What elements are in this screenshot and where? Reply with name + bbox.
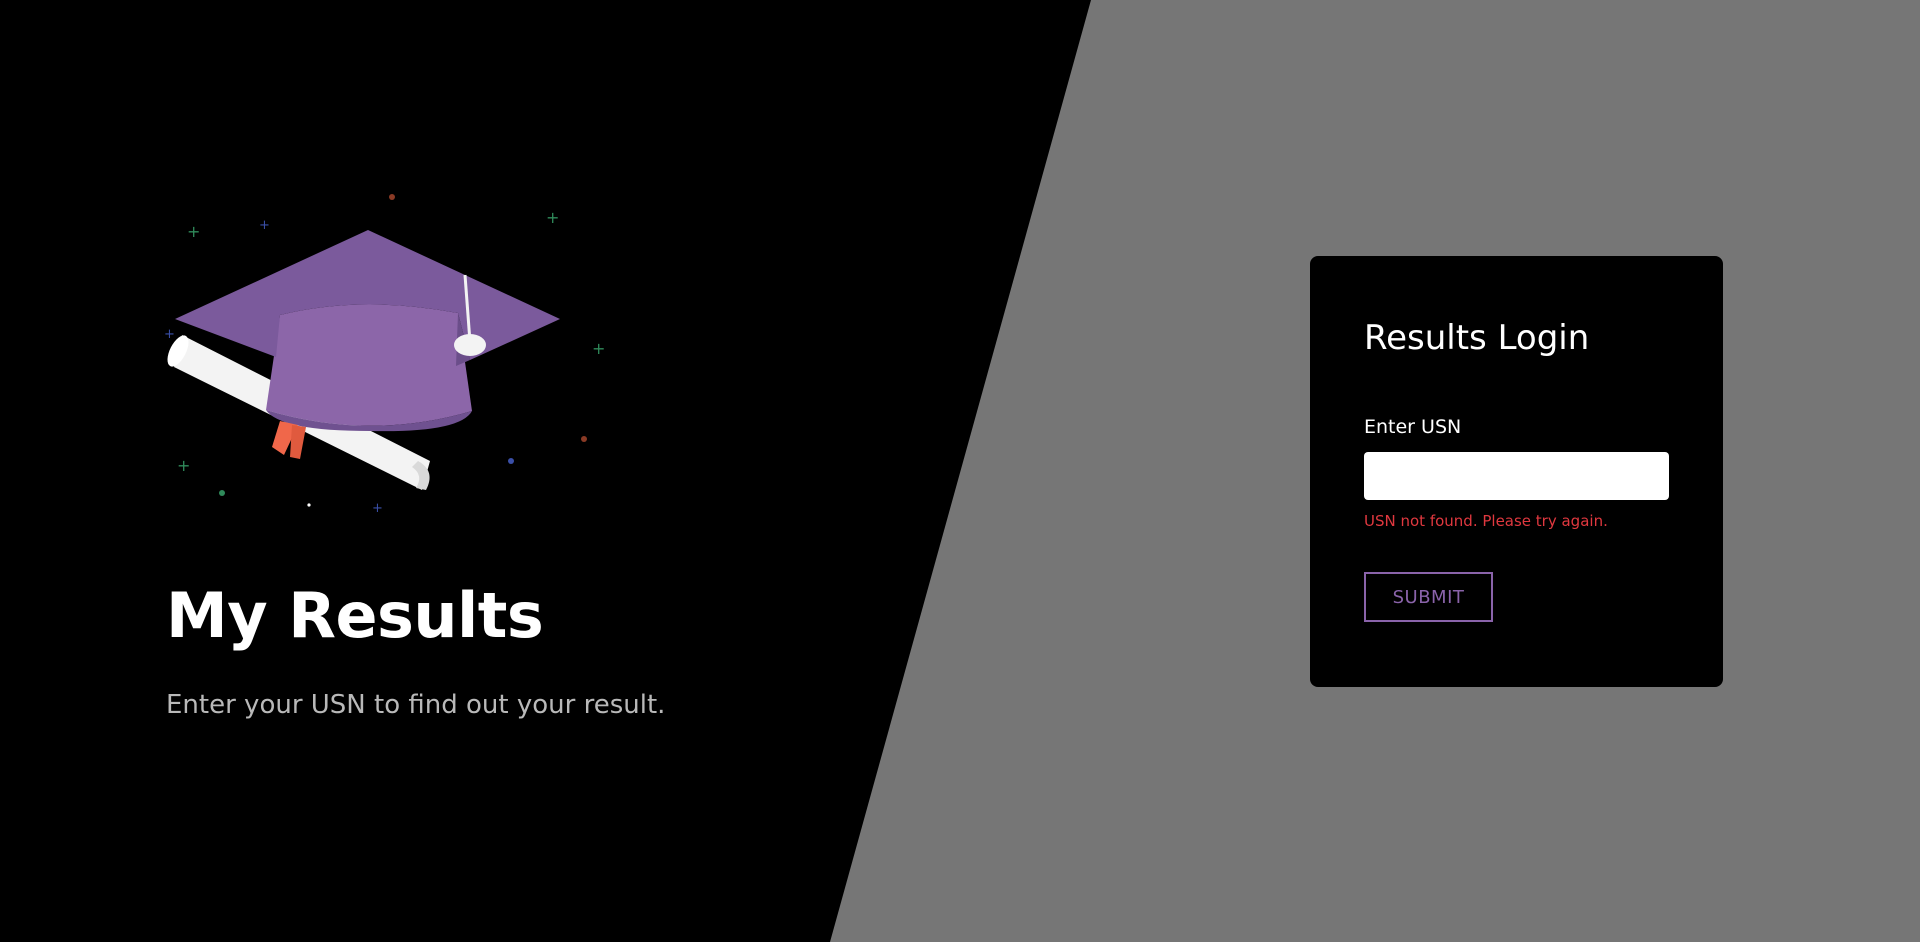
- svg-text:+: +: [546, 208, 559, 227]
- login-title: Results Login: [1364, 318, 1590, 358]
- cap-body: [266, 304, 472, 432]
- error-message: USN not found. Please try again.: [1364, 512, 1608, 530]
- svg-text:+: +: [164, 327, 175, 342]
- svg-text:+: +: [259, 218, 270, 233]
- usn-label: Enter USN: [1364, 416, 1462, 438]
- svg-text:+: +: [372, 501, 383, 515]
- page-subtitle: Enter your USN to find out your result.: [166, 690, 666, 720]
- diploma-ribbon: [272, 421, 306, 459]
- svg-text:+: +: [592, 339, 605, 358]
- results-page: + + + + + + + My Results Enter your USN …: [0, 0, 1920, 942]
- svg-text:+: +: [177, 456, 190, 475]
- page-title: My Results: [166, 579, 544, 652]
- login-card: Results Login Enter USN USN not found. P…: [1310, 256, 1723, 687]
- usn-input[interactable]: [1364, 452, 1669, 500]
- submit-button[interactable]: SUBMIT: [1364, 572, 1493, 622]
- graduation-cap-with-diploma-icon: + + + + + + +: [164, 194, 605, 515]
- svg-text:+: +: [187, 222, 200, 241]
